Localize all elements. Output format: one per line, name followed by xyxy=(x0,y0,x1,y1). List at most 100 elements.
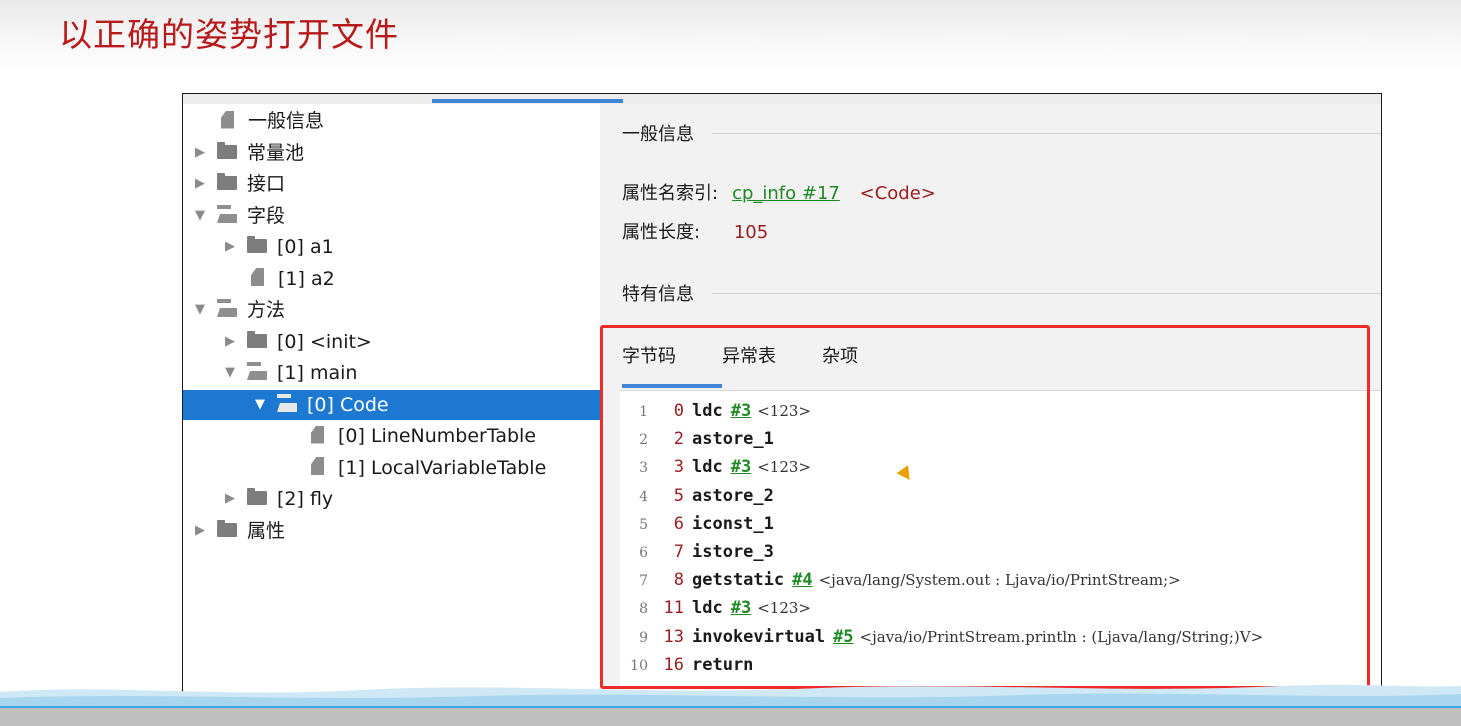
length-value: 105 xyxy=(733,222,769,243)
tree-node-label: [2] fly xyxy=(277,488,334,510)
bytecode-line[interactable]: 1 0 ldc #3 <123> xyxy=(620,397,811,425)
expand-down-icon[interactable]: ▼ xyxy=(251,390,269,420)
tree-node-label: 方法 xyxy=(247,299,286,321)
bytecode-offset: 6 xyxy=(673,513,684,534)
constant-pool-ref-link[interactable]: #3 xyxy=(731,598,751,618)
operand-comment: <java/io/PrintStream.println : (Ljava/la… xyxy=(859,627,1264,646)
tab-exception-table[interactable]: 异常表 xyxy=(722,342,776,368)
bytecode-line[interactable]: 4 5 astore_2 xyxy=(620,482,774,510)
window-topbar xyxy=(183,94,1381,104)
bytecode-offset: 13 xyxy=(663,626,684,647)
opcode: astore_1 xyxy=(692,429,774,450)
bytecode-offset: 2 xyxy=(673,429,684,450)
tree-node-label: [0] Code xyxy=(307,393,389,416)
tree-node[interactable]: ▶ 接口 xyxy=(183,169,285,199)
expand-down-icon[interactable]: ▼ xyxy=(221,358,239,388)
expand-right-icon[interactable]: ▶ xyxy=(191,516,209,546)
line-number: 2 xyxy=(639,432,648,449)
tree-node[interactable]: ▼ 字段 xyxy=(183,201,285,231)
tree-node-label: [1] LocalVariableTable xyxy=(338,456,547,479)
general-info-divider xyxy=(712,133,1381,134)
expand-right-icon[interactable]: ▶ xyxy=(221,484,239,514)
bytecode-offset: 8 xyxy=(673,570,684,591)
constant-pool-ref-link[interactable]: #3 xyxy=(731,457,751,477)
bytecode-offset: 0 xyxy=(673,401,684,421)
operand-comment: <123> xyxy=(757,599,811,618)
line-number: 4 xyxy=(639,488,648,505)
tree-node[interactable]: ▶ 常量池 xyxy=(183,138,304,168)
name-index-row: 属性名索引: cp_info #17 <Code> xyxy=(622,179,936,205)
file-icon xyxy=(311,425,324,444)
bytecode-line[interactable]: 5 6 iconst_1 xyxy=(620,510,774,538)
tree-node[interactable]: ▶ [0] <init> xyxy=(183,327,372,357)
detail-panel: 一般信息 属性名索引: cp_info #17 <Code> 属性长度: 1 0 5 … xyxy=(600,104,1381,706)
folder-icon xyxy=(217,141,237,159)
expand-right-icon[interactable]: ▶ xyxy=(191,138,209,168)
bytecode-line[interactable]: 6 7 istore_3 xyxy=(620,538,774,566)
bytecode-offset: 5 xyxy=(673,485,684,506)
bytecode-offset: 3 xyxy=(673,457,684,478)
tree-node[interactable]: [0] LineNumberTable xyxy=(183,421,536,451)
folder-open-icon xyxy=(217,204,237,223)
expand-down-icon[interactable]: ▼ xyxy=(191,295,209,325)
tree-node[interactable]: ▼ [0] Code xyxy=(183,389,667,420)
operand-comment: <java/lang/System.out : Ljava/io/PrintSt… xyxy=(818,571,1181,590)
tree-node[interactable]: [1] a2 xyxy=(183,264,335,294)
opcode: ldc xyxy=(692,457,723,478)
bytecode-offset: 11 xyxy=(663,598,684,619)
bytecode-line[interactable]: 2 2 astore_1 xyxy=(620,425,774,453)
tree-node-label: 常量池 xyxy=(247,141,305,164)
bytecode-line[interactable]: 3 3 ldc #3 <123> xyxy=(620,453,811,481)
tree-node-label: [0] <init> xyxy=(277,330,372,353)
folder-open-icon xyxy=(277,393,297,412)
general-info-title: 一般信息 xyxy=(622,124,694,145)
opcode: ldc xyxy=(692,598,723,619)
active-tab-indicator xyxy=(622,384,722,388)
folder-icon xyxy=(247,488,267,505)
tree-node[interactable]: 一般信息 xyxy=(183,106,324,136)
folder-open-icon xyxy=(247,362,267,380)
cp-info-link[interactable]: cp_info #17 xyxy=(732,183,840,204)
line-number: 9 xyxy=(639,629,648,646)
bytecode-line[interactable]: 9 13 invokevirtual #5 <java/io/PrintStream.p… xyxy=(620,623,1263,651)
specific-info-title: 特有信息 xyxy=(622,284,694,305)
tree-node[interactable]: ▼ 方法 xyxy=(183,295,285,325)
operand-comment: <123> xyxy=(757,402,811,420)
tree-node[interactable]: ▶ [2] fly xyxy=(183,484,333,514)
expand-down-icon[interactable]: ▼ xyxy=(191,201,209,231)
line-number: 3 xyxy=(639,460,648,477)
operand-comment: <123> xyxy=(757,458,811,477)
constant-pool-ref-link[interactable]: #3 xyxy=(731,401,751,421)
tree-node-label: [1] a2 xyxy=(278,267,335,290)
tree-node[interactable]: ▼ [1] main xyxy=(183,358,357,388)
expand-right-icon[interactable]: ▶ xyxy=(191,169,209,199)
bytecode-offset: 7 xyxy=(673,542,684,562)
folder-open-icon xyxy=(217,299,237,317)
bytecode-line[interactable]: 8 11 ldc #3 <123> xyxy=(620,594,811,622)
line-number: 6 xyxy=(639,545,648,561)
tree-node[interactable]: ▶ [0] a1 xyxy=(183,232,334,262)
opcode: ldc xyxy=(692,401,723,421)
tab-misc[interactable]: 杂项 xyxy=(822,342,858,368)
bytecode-listing[interactable]: 1 0 ldc #3 <123> 2 2 astore_1 3 3 ldc #3 <123> 4 5 asto… xyxy=(620,390,1381,706)
slide-title: 以正确的姿势打开文件 xyxy=(59,15,399,54)
bytecode-line[interactable]: 10 16 return xyxy=(620,651,753,679)
classfile-viewer-window: 一般信息 ▶ 常量池 ▶ 接口 ▼ 字段 ▶ [0] a1 [1] a2 ▼ 方法 ▶ [0] <init… xyxy=(182,93,1382,707)
bytecode-line[interactable]: 7 8 getstatic #4 <java/lang/System.out : Lja… xyxy=(620,566,1181,594)
opcode: return xyxy=(692,654,754,675)
constant-pool-ref-link[interactable]: #4 xyxy=(792,570,812,590)
expand-right-icon[interactable]: ▶ xyxy=(221,327,239,357)
length-label: 属性长度: xyxy=(622,222,701,243)
constant-pool-ref-link[interactable]: #5 xyxy=(833,627,853,647)
opcode: istore_3 xyxy=(692,542,774,562)
folder-icon xyxy=(247,330,267,348)
tree-node-label: 一般信息 xyxy=(248,110,325,132)
tree-node[interactable]: [1] LocalVariableTable xyxy=(183,453,546,483)
folder-icon xyxy=(217,173,237,190)
expand-right-icon[interactable]: ▶ xyxy=(221,232,239,262)
file-icon xyxy=(221,110,234,129)
tab-bytecode[interactable]: 字节码 xyxy=(622,342,676,368)
line-number: 7 xyxy=(639,573,648,590)
tree-node[interactable]: ▶ 属性 xyxy=(183,516,285,546)
line-number: 5 xyxy=(639,516,648,533)
